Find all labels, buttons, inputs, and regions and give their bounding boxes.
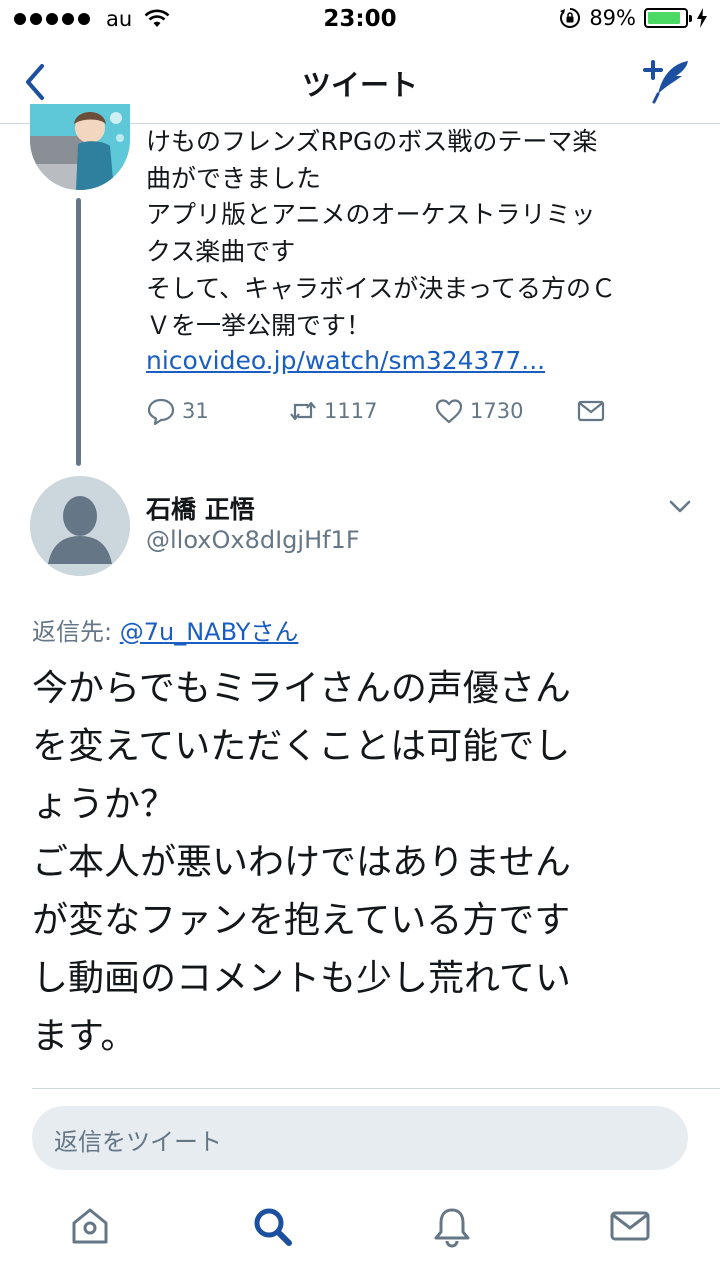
reply-placeholder: 返信をツイート — [54, 1128, 222, 1156]
retweet-icon — [290, 401, 316, 421]
tweet-line: が変なファンを抱えている方です — [32, 900, 571, 941]
reply-to-user-link[interactable]: @7u_NABYさん — [120, 618, 299, 646]
prev-tweet-line: そして、キャラボイスが決まってる方のＣ — [146, 273, 617, 303]
reply-to-line: 返信先: @7u_NABYさん — [32, 612, 298, 647]
chevron-down-icon[interactable] — [668, 496, 692, 516]
retweet-count: 1117 — [324, 399, 378, 423]
messages-icon[interactable] — [608, 1204, 652, 1248]
envelope-icon — [577, 400, 605, 422]
author-handle[interactable]: @lloxOx8dIgjHf1F — [146, 526, 360, 554]
like-action[interactable]: 1730 — [434, 396, 523, 426]
prev-tweet-text: けものフレンズRPGのボス戦のテーマ楽 曲ができました アプリ版とアニメのオーケ… — [146, 124, 686, 344]
tweet-line: ご本人が悪いわけではありません — [32, 842, 571, 883]
like-count: 1730 — [470, 399, 524, 423]
reply-input[interactable]: 返信をツイート — [32, 1106, 688, 1170]
prev-tweet-line: Ｖを一挙公開です！ — [146, 310, 372, 340]
battery-percentage: 89% — [589, 6, 636, 30]
compose-tweet-icon[interactable] — [642, 56, 694, 106]
notifications-icon[interactable] — [430, 1204, 474, 1248]
reply-count: 31 — [182, 399, 209, 423]
avatar-watermark: BY — [34, 175, 46, 185]
page-title: ツイート — [301, 68, 418, 102]
author-avatar[interactable] — [30, 476, 130, 576]
prev-tweet-link[interactable]: nicovideo.jp/watch/sm324377... — [146, 346, 545, 375]
tweet-line: ます。 — [32, 1016, 137, 1057]
prev-tweet-line: アプリ版とアニメのオーケストラリミッ — [146, 200, 596, 230]
author-display-name[interactable]: 石橋 正悟 — [146, 490, 255, 526]
prev-tweet-line: けものフレンズRPGのボス戦のテーマ楽 — [146, 127, 598, 156]
thread-connector-line — [76, 198, 81, 466]
default-avatar-icon — [30, 476, 130, 576]
tweet-body: 今からでもミライさんの声優さん を変えていただくことは可能でし ょうか？ ご本人… — [32, 660, 692, 1066]
tweet-line: ょうか？ — [32, 784, 177, 825]
retweet-action[interactable]: 1117 — [288, 396, 377, 426]
prev-tweet-actions: 31 1117 1730 — [146, 396, 626, 436]
battery-icon — [644, 8, 692, 28]
heart-icon — [435, 399, 463, 424]
prev-tweet-line: 曲ができました — [146, 163, 322, 193]
reply-action[interactable]: 31 — [146, 396, 209, 426]
tweet-line: 今からでもミライさんの声優さん — [32, 668, 571, 709]
reply-to-label: 返信先: — [32, 618, 113, 646]
home-icon[interactable] — [68, 1204, 112, 1248]
direct-message-action[interactable] — [576, 396, 606, 426]
status-bar: au 23:00 89% — [0, 0, 720, 40]
tweet-line: を変えていただくことは可能でし — [32, 726, 571, 767]
reply-icon — [147, 398, 175, 426]
search-icon[interactable] — [250, 1204, 294, 1248]
battery-fill — [648, 12, 681, 24]
prev-tweet-line: クス楽曲です — [146, 237, 296, 267]
avatar-illustration: BY — [30, 104, 130, 190]
charging-bolt-icon — [697, 8, 707, 28]
prev-tweet-avatar[interactable]: BY — [30, 104, 130, 190]
rotation-lock-icon — [560, 8, 581, 28]
status-right: 89% — [559, 6, 708, 30]
tab-bar — [0, 1190, 720, 1280]
tweet-line: し動画のコメントも少し荒れてい — [32, 958, 571, 999]
reply-divider — [32, 1088, 720, 1089]
